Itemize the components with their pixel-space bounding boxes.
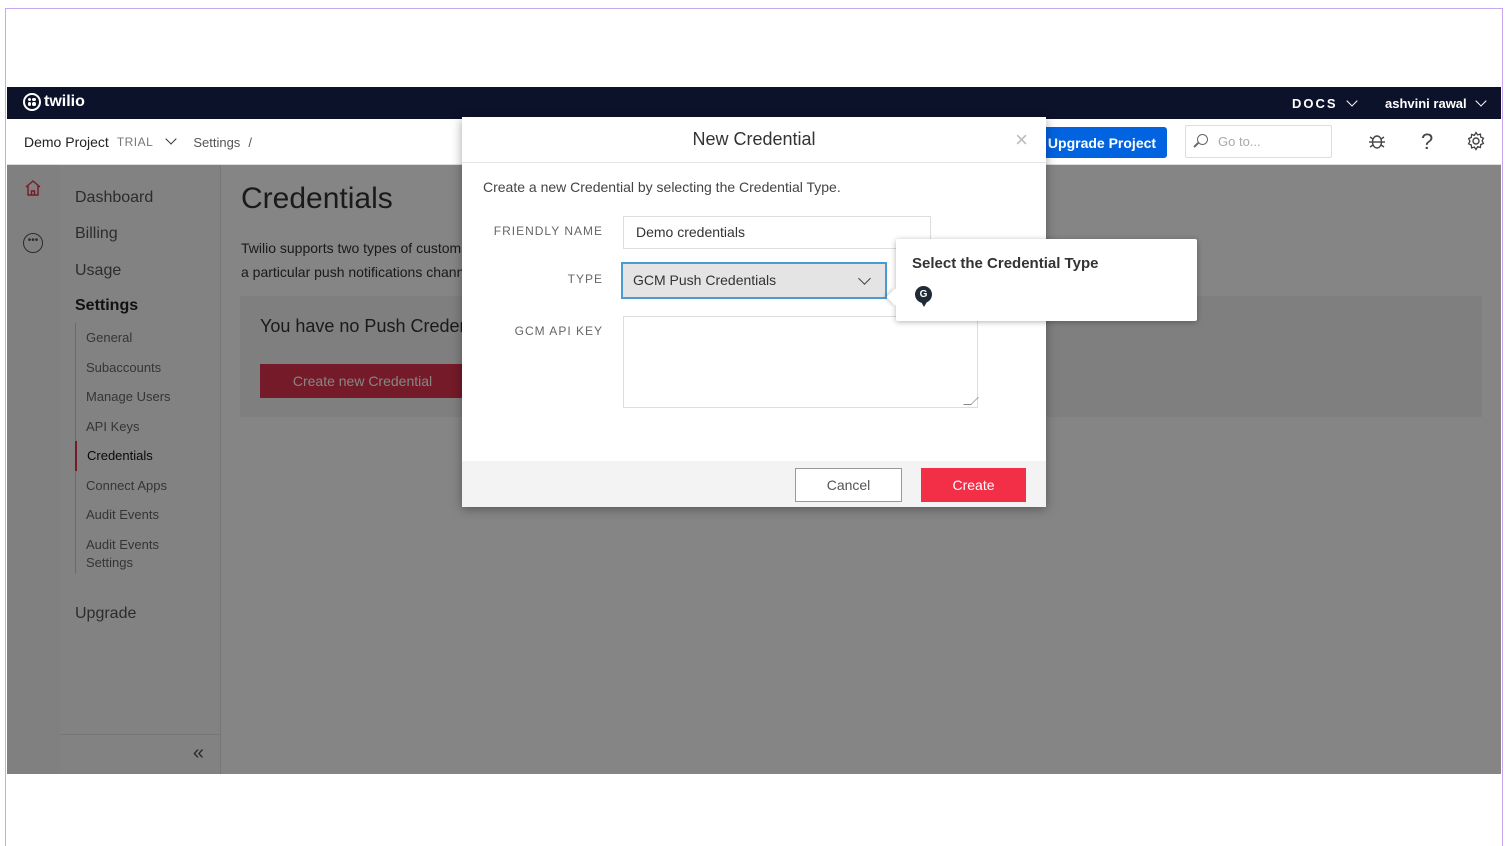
gear-icon[interactable] <box>1466 131 1486 156</box>
cancel-button[interactable]: Cancel <box>795 468 902 502</box>
dialog-description: Create a new Credential by selecting the… <box>483 179 841 195</box>
trial-badge: TRIAL <box>116 135 154 149</box>
goto-search-input[interactable]: Go to... <box>1185 125 1332 158</box>
guide-pin-icon[interactable]: G <box>915 286 932 307</box>
chevron-down-icon <box>1345 95 1358 107</box>
project-switcher-chevron-icon[interactable] <box>165 133 177 145</box>
twilio-logo-icon <box>23 93 41 111</box>
create-button[interactable]: Create <box>921 468 1026 502</box>
friendly-name-field[interactable]: Demo credentials <box>623 216 931 249</box>
close-icon[interactable]: × <box>1015 127 1028 153</box>
brand-name: twilio <box>44 93 85 110</box>
goto-placeholder: Go to... <box>1218 134 1261 149</box>
gcm-api-key-label: GCM API KEY <box>514 324 603 338</box>
friendly-name-label: FRIENDLY NAME <box>493 224 603 238</box>
twilio-logo[interactable]: twilio <box>23 93 85 111</box>
credential-type-select[interactable]: GCM Push Credentials <box>621 262 887 299</box>
upgrade-project-button[interactable]: Upgrade Project <box>1037 127 1167 158</box>
dialog-title: New Credential <box>692 129 816 149</box>
user-name: ashvini rawal <box>1385 96 1467 111</box>
chevron-down-icon <box>1474 95 1487 107</box>
project-name[interactable]: Demo Project <box>24 134 109 150</box>
breadcrumb: Demo Project TRIAL Settings / <box>24 133 252 150</box>
tooltip-title: Select the Credential Type <box>912 255 1099 272</box>
docs-menu[interactable]: DOCS <box>1292 95 1358 111</box>
user-menu[interactable]: ashvini rawal <box>1385 95 1487 111</box>
chevron-down-icon <box>858 272 871 285</box>
bug-icon[interactable] <box>1367 131 1387 156</box>
breadcrumb-settings[interactable]: Settings <box>193 135 240 150</box>
dialog-header: New Credential × <box>462 117 1046 163</box>
search-icon <box>1197 134 1208 145</box>
docs-label: DOCS <box>1292 96 1338 111</box>
gcm-api-key-field[interactable] <box>623 316 978 408</box>
top-nav-bar: twilio DOCS ashvini rawal <box>7 87 1501 119</box>
guide-tooltip: Select the Credential Type G <box>896 239 1197 321</box>
help-icon[interactable]: ? <box>1421 129 1433 155</box>
breadcrumb-separator: / <box>248 134 252 150</box>
credential-type-value: GCM Push Credentials <box>633 272 777 288</box>
type-label: TYPE <box>567 272 603 286</box>
